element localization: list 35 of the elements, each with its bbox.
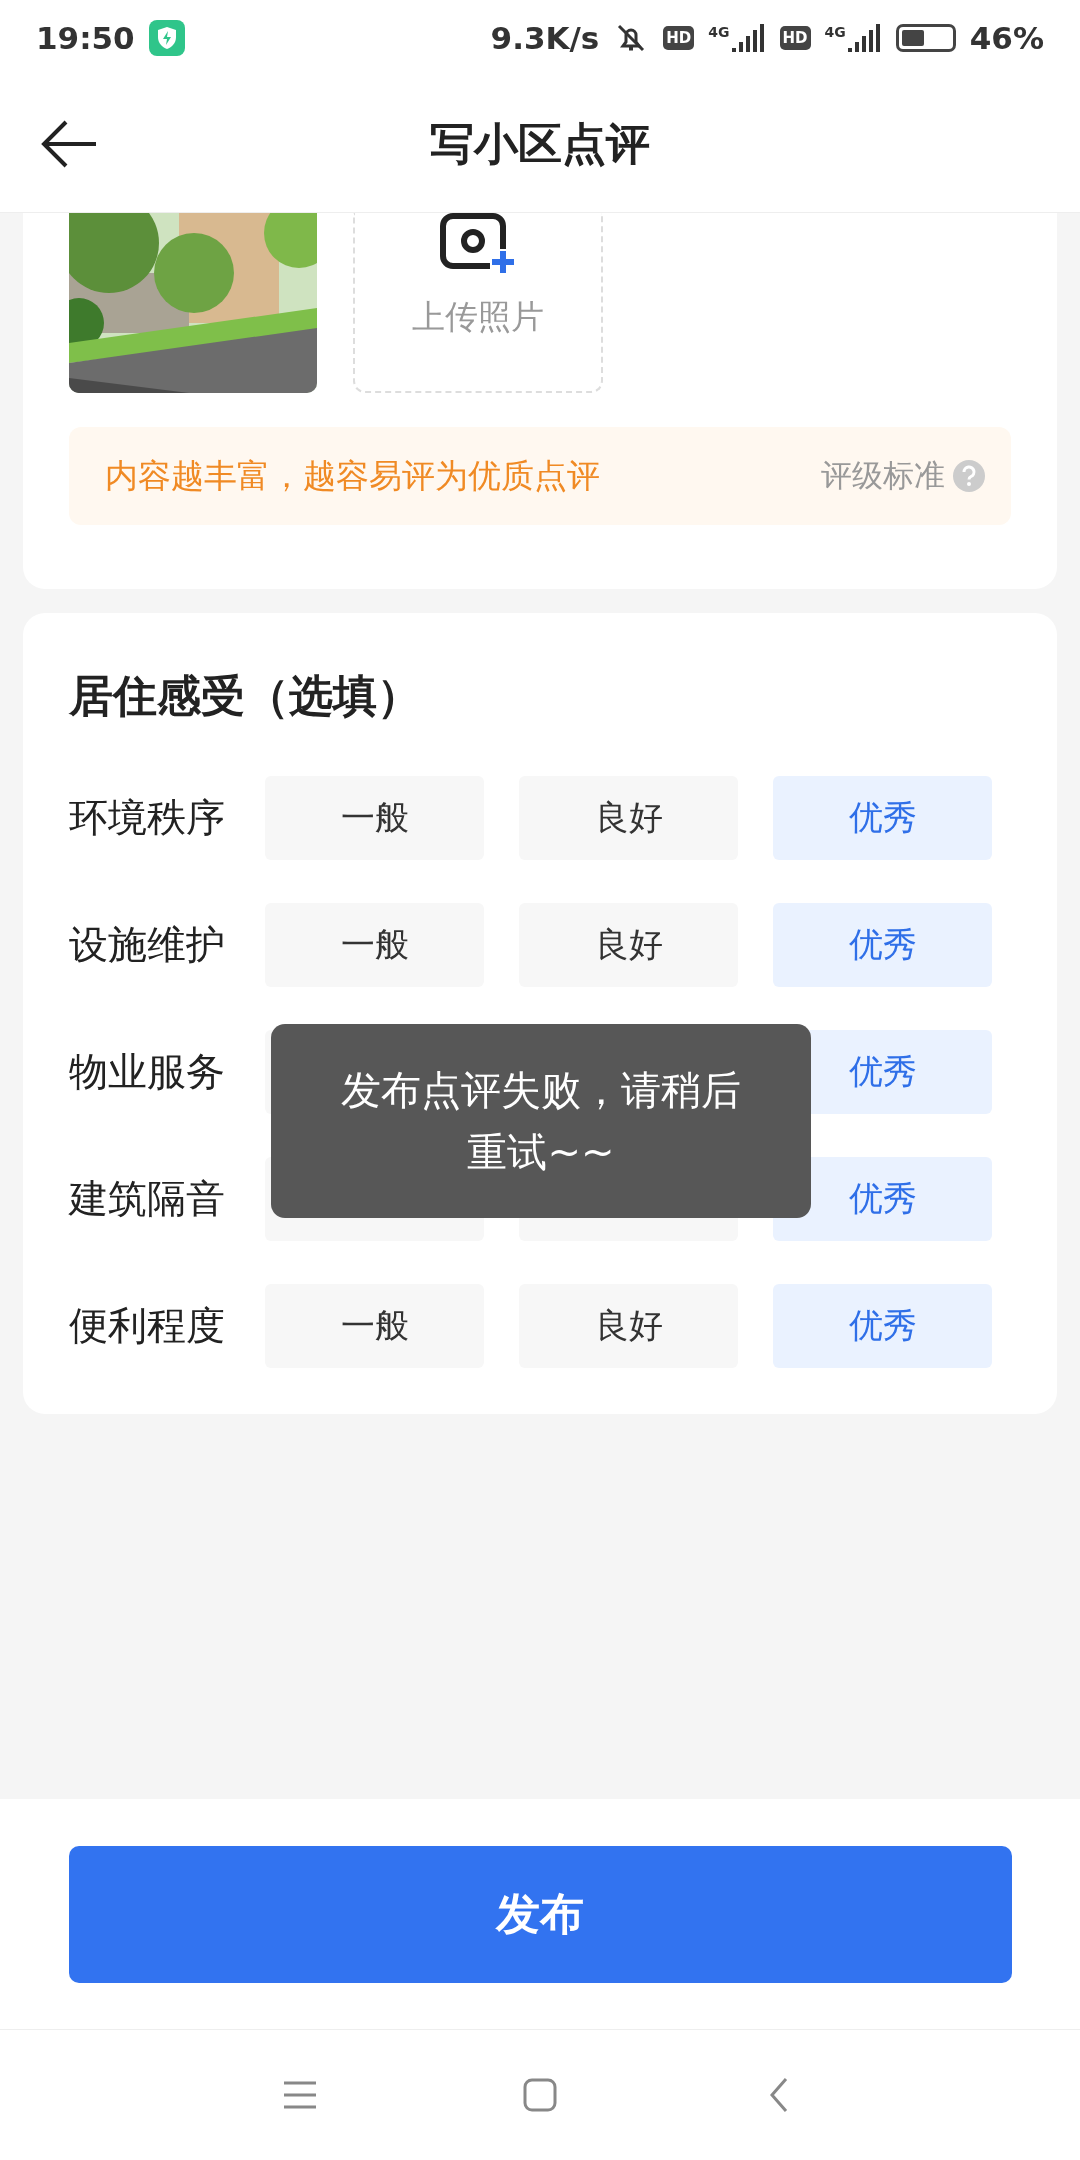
rating-option[interactable]: 优秀	[773, 1284, 992, 1368]
network-type: 4G	[708, 24, 730, 40]
signal-icon	[847, 24, 882, 52]
rating-label: 建筑隔音	[69, 1175, 226, 1223]
hd-badge: HD	[779, 26, 811, 50]
network-type: 4G	[824, 24, 846, 40]
section-title: 居住感受（选填）	[69, 669, 422, 723]
rating-label: 物业服务	[69, 1048, 226, 1096]
rating-option[interactable]: 优秀	[773, 903, 992, 987]
upload-label: 上传照片	[412, 296, 544, 338]
rating-option[interactable]: 一般	[265, 776, 484, 860]
error-toast: 发布点评失败，请稍后重试~~	[271, 1024, 811, 1218]
tip-text: 内容越丰富，越容易评为优质点评	[105, 454, 601, 497]
rating-label: 环境秩序	[69, 794, 226, 842]
rating-criteria-link[interactable]: 评级标准	[821, 455, 985, 497]
rating-option[interactable]: 一般	[265, 903, 484, 987]
shield-icon	[148, 20, 185, 56]
rating-label: 设施维护	[69, 921, 226, 969]
battery-percent: 46%	[969, 20, 1044, 56]
hd-badge: HD	[663, 26, 695, 50]
network-speed: 9.3K/s	[490, 20, 600, 56]
battery-icon	[895, 24, 956, 52]
clock: 19:50	[36, 20, 135, 56]
back-icon[interactable]	[40, 119, 98, 169]
rating-option[interactable]: 良好	[519, 776, 738, 860]
rating-option[interactable]: 良好	[519, 1284, 738, 1368]
signal-icon	[731, 24, 766, 52]
upload-photo-button[interactable]: 上传照片	[353, 213, 603, 393]
rating-option[interactable]: 一般	[265, 1284, 484, 1368]
help-icon	[953, 460, 985, 492]
rating-option[interactable]: 良好	[519, 903, 738, 987]
rating-label: 便利程度	[69, 1302, 226, 1350]
page-title: 写小区点评	[429, 116, 651, 171]
publish-button[interactable]: 发布	[68, 1845, 1012, 1983]
rating-option[interactable]: 优秀	[773, 776, 992, 860]
